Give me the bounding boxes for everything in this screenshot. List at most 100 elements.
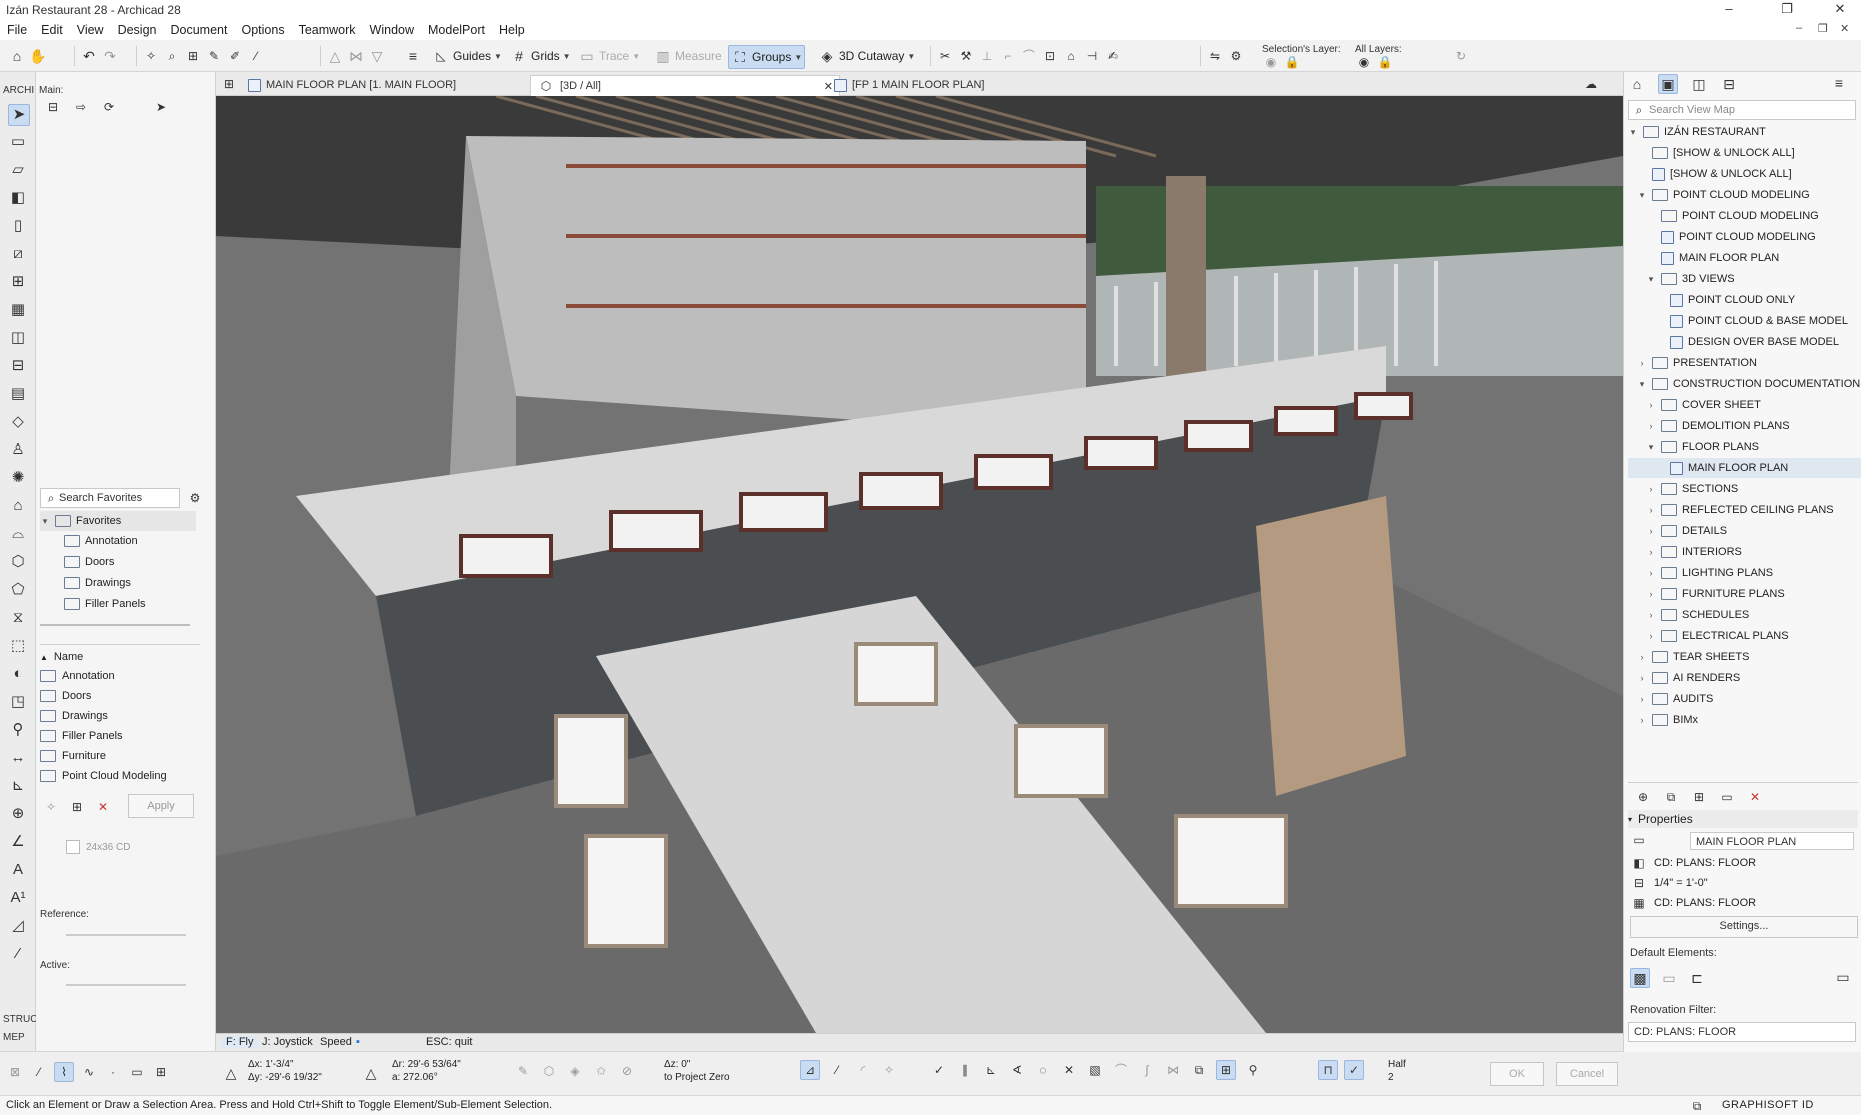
list-item[interactable]: Furniture <box>40 746 106 766</box>
view-map-item[interactable]: › TEAR SHEETS <box>1628 647 1861 667</box>
refresh-icon[interactable]: ↻ <box>1452 47 1470 65</box>
inject-icon[interactable]: ✐ <box>226 47 244 65</box>
expand-icon[interactable]: ▾ <box>1637 190 1647 201</box>
menu-window[interactable]: Window <box>363 20 421 40</box>
split-snap-icon[interactable]: ⋈ <box>1164 1061 1182 1079</box>
view-map-item[interactable]: MAIN FLOOR PLAN <box>1628 458 1861 478</box>
undo-icon[interactable]: ↶ <box>80 47 98 65</box>
cancel-button[interactable]: Cancel <box>1556 1062 1618 1086</box>
snap-half-icon[interactable]: ⊓ <box>1318 1060 1338 1080</box>
expand-icon[interactable]: › <box>1646 589 1656 599</box>
save-view-icon[interactable]: ⊕ <box>1634 788 1652 806</box>
view-map-item[interactable]: › BIMx <box>1628 710 1861 730</box>
pick-up-icon[interactable]: ✎ <box>205 47 223 65</box>
view-map-item[interactable]: [SHOW & UNLOCK ALL] <box>1628 143 1861 163</box>
list-header[interactable]: ▲ Name <box>40 647 83 667</box>
crop-icon[interactable]: ⧉ <box>1190 1061 1208 1079</box>
explode-icon[interactable]: ⊡ <box>1041 47 1059 65</box>
section-tool-icon[interactable]: ◐ <box>8 664 28 684</box>
curve-icon[interactable]: ∿ <box>80 1063 98 1081</box>
view-map-item[interactable]: › REFLECTED CEILING PLANS <box>1628 500 1861 520</box>
magnet-icon[interactable]: ⚲ <box>1244 1061 1262 1079</box>
expand-icon[interactable]: ▾ <box>1646 442 1656 453</box>
joystick-mode[interactable]: J: Joystick <box>262 1036 313 1048</box>
all-layers-visibility-icon[interactable]: ◉ <box>1355 53 1373 71</box>
snap-node-icon[interactable]: ✧ <box>880 1061 898 1079</box>
view-map-icon[interactable]: ▣ <box>1658 74 1678 94</box>
groups-button[interactable]: Groups <box>752 50 791 64</box>
delete-icon[interactable]: ✕ <box>94 798 112 816</box>
expand-icon[interactable]: › <box>1646 505 1656 515</box>
menu-teamwork[interactable]: Teamwork <box>292 20 363 40</box>
view-map-item[interactable]: ▾ FLOOR PLANS <box>1628 437 1861 457</box>
menu-view[interactable]: View <box>70 20 111 40</box>
radial-dimension-tool-icon[interactable]: ⊕ <box>8 804 28 824</box>
folder-open-icon[interactable]: ▭ <box>1834 968 1852 986</box>
view-settings-icon[interactable]: ▭ <box>1718 788 1736 806</box>
selection-method-icon[interactable]: ⇨ <box>72 98 90 116</box>
doc-minimize-icon[interactable]: – <box>1796 22 1802 34</box>
elevation-tool-icon[interactable]: ◳ <box>8 692 28 712</box>
expand-icon[interactable]: › <box>1646 610 1656 620</box>
new-folder-icon[interactable]: ⊞ <box>68 798 86 816</box>
menu-design[interactable]: Design <box>111 20 164 40</box>
panel-divider[interactable] <box>40 624 190 626</box>
expand-icon[interactable]: › <box>1646 400 1656 410</box>
favorites-root[interactable]: ▾ Favorites <box>40 511 196 531</box>
filter-icon[interactable]: ▽ <box>368 47 386 65</box>
graphisoft-id-link[interactable]: GRAPHISOFT ID <box>1722 1099 1814 1111</box>
list-item[interactable]: Doors <box>40 686 91 706</box>
column-tool-icon[interactable]: ▯ <box>8 216 28 236</box>
intersect-icon[interactable]: ⊥ <box>978 47 996 65</box>
view-map-item[interactable]: › AI RENDERS <box>1628 668 1861 688</box>
fill-tool-icon[interactable]: ◿ <box>8 916 28 936</box>
list-item[interactable]: Annotation <box>40 666 115 686</box>
fly-mode[interactable]: F: Fly <box>222 1036 258 1048</box>
tab-main-floor-plan[interactable]: MAIN FLOOR PLAN [1. MAIN FLOOR] <box>242 75 462 95</box>
navigator-menu-icon[interactable]: ≡ <box>1830 74 1848 92</box>
view-map-item[interactable]: POINT CLOUD ONLY <box>1628 290 1861 310</box>
snap-line-icon[interactable]: ⁄ <box>828 1061 846 1079</box>
roof-tool-icon[interactable]: ⌂ <box>8 496 28 516</box>
publisher-icon[interactable]: ⊟ <box>1720 75 1738 93</box>
hatch-icon[interactable]: ▧ <box>1086 1061 1104 1079</box>
expand-icon[interactable]: › <box>1646 421 1656 431</box>
project-map-icon[interactable]: ⌂ <box>1628 75 1646 93</box>
view-map-item[interactable]: › SCHEDULES <box>1628 605 1861 625</box>
ok-button[interactable]: OK <box>1490 1062 1544 1086</box>
expand-icon[interactable]: › <box>1646 484 1656 494</box>
line-tool-icon[interactable]: ⁄ <box>8 944 28 964</box>
list-item[interactable]: Drawings <box>40 706 108 726</box>
lamp-tool-icon[interactable]: ✺ <box>8 468 28 488</box>
morph-tool-icon[interactable]: ⬡ <box>8 552 28 572</box>
railing-tool-icon[interactable]: ▤ <box>8 384 28 404</box>
default-element-3-icon[interactable]: ⊏ <box>1688 969 1706 987</box>
snap-division-icon[interactable]: ✓ <box>1344 1060 1364 1080</box>
adjust-icon[interactable]: ⚒ <box>957 47 975 65</box>
list-item[interactable]: Point Cloud Modeling <box>40 766 167 786</box>
layer-lock-icon[interactable]: 🔒 <box>1283 53 1301 71</box>
restore-button[interactable]: ❐ <box>1768 0 1806 20</box>
measure-button[interactable]: Measure <box>675 49 722 63</box>
tab-3d-all[interactable]: ⬡ [3D / All] ✕ <box>530 75 840 96</box>
snap-grid-icon[interactable]: ⊠ <box>6 1063 24 1081</box>
zone-tool-icon[interactable]: ⬠ <box>8 580 28 600</box>
view-map-item[interactable]: ▾ POINT CLOUD MODELING <box>1628 185 1861 205</box>
perp-icon[interactable]: ⊾ <box>982 1061 1000 1079</box>
trace-button[interactable]: Trace <box>599 49 629 63</box>
shell-tool-icon[interactable]: ⌓ <box>8 524 28 544</box>
expand-icon[interactable]: ▾ <box>1628 127 1638 138</box>
slab-3d-tool-icon[interactable]: ⬚ <box>8 636 28 656</box>
expand-icon[interactable]: › <box>1646 547 1656 557</box>
magic-wand-icon[interactable]: ✧ <box>142 47 160 65</box>
grid-snap-icon[interactable]: ⊞ <box>152 1063 170 1081</box>
mesh-tool-icon[interactable]: ⧖ <box>8 608 28 628</box>
menu-help[interactable]: Help <box>492 20 532 40</box>
polyline-icon[interactable]: ⌇ <box>54 1062 74 1082</box>
view-map-item[interactable]: › DETAILS <box>1628 521 1861 541</box>
menu-file[interactable]: File <box>0 20 34 40</box>
half-label[interactable]: Half <box>1388 1058 1406 1071</box>
rect-icon[interactable]: ▭ <box>128 1063 146 1081</box>
skylight-tool-icon[interactable]: ◫ <box>8 328 28 348</box>
favorite-folder[interactable]: Doors <box>64 552 114 572</box>
